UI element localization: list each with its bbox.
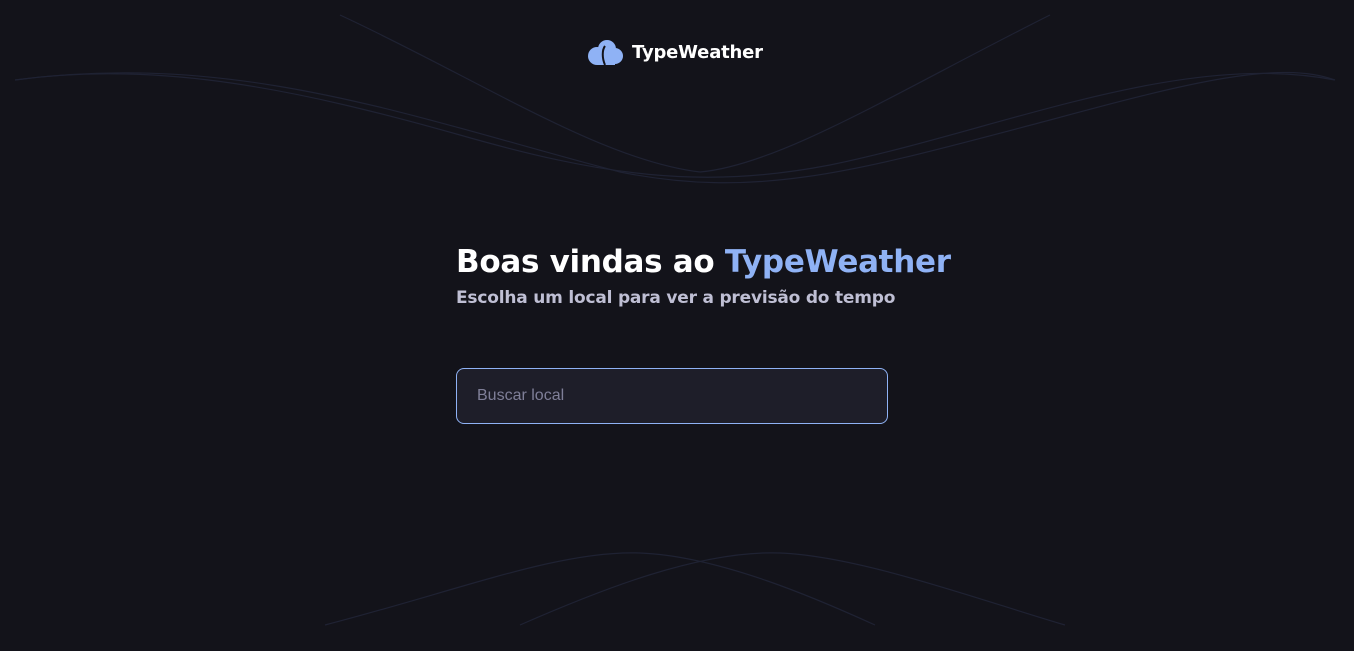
app-logo[interactable]: TypeWeather — [586, 38, 763, 66]
cloud-icon — [588, 40, 623, 66]
page-subtitle: Escolha um local para ver a previsão do … — [456, 288, 896, 308]
page-title: Boas vindas ao TypeWeather — [456, 240, 951, 284]
logo-text: TypeWeather — [632, 41, 763, 63]
title-highlight: TypeWeather — [724, 244, 951, 280]
title-prefix: Boas vindas ao — [456, 244, 725, 280]
background-decoration — [14, 14, 1336, 626]
welcome-section: Boas vindas ao TypeWeather Escolha um lo… — [456, 240, 951, 308]
search-input[interactable] — [456, 368, 888, 424]
